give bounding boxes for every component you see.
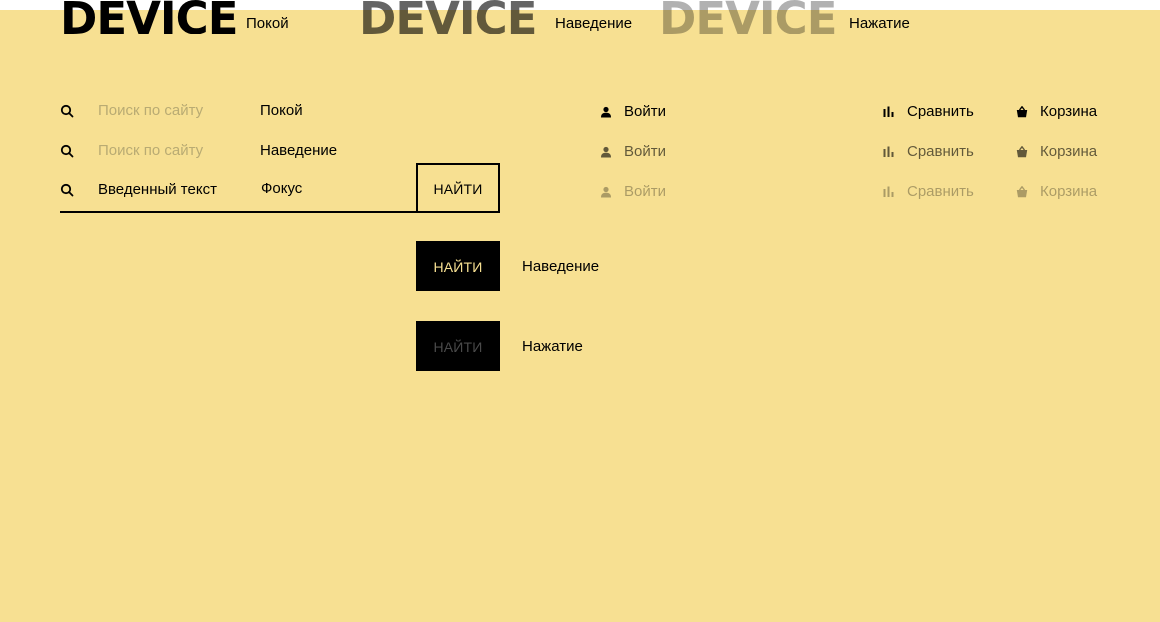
compare-link-hover[interactable]: Сравнить bbox=[883, 142, 993, 162]
compare-label: Сравнить bbox=[907, 103, 974, 120]
compare-label: Сравнить bbox=[907, 143, 974, 160]
find-button-active[interactable]: НАЙТИ bbox=[416, 321, 500, 371]
search-icon bbox=[60, 144, 74, 158]
search-focus-underline bbox=[60, 211, 418, 213]
search-state-label-focus: Фокус bbox=[261, 180, 303, 197]
search-state-label-hover: Наведение bbox=[260, 142, 338, 159]
cart-link-hover[interactable]: Корзина bbox=[1016, 142, 1116, 162]
cart-link-rest[interactable]: Корзина bbox=[1016, 102, 1116, 122]
compare-link-rest[interactable]: Сравнить bbox=[883, 102, 993, 122]
user-icon bbox=[601, 146, 611, 158]
button-state-label-hover: Наведение bbox=[522, 258, 600, 275]
cart-label: Корзина bbox=[1040, 183, 1098, 200]
login-link-rest[interactable]: Войти bbox=[600, 102, 690, 122]
logo-state-label-active: Нажатие bbox=[849, 15, 910, 32]
search-icon bbox=[60, 183, 74, 197]
user-icon bbox=[601, 106, 611, 118]
login-link-active[interactable]: Войти bbox=[600, 182, 690, 202]
logo-state-label-hover: Наведение bbox=[555, 15, 633, 32]
compare-link-active[interactable]: Сравнить bbox=[883, 182, 993, 202]
search-placeholder: Поиск по сайту bbox=[98, 142, 204, 159]
logo-rest[interactable]: DEVICE bbox=[60, 0, 237, 34]
search-typed-value[interactable]: Введенный текст bbox=[98, 181, 217, 198]
login-label: Войти bbox=[624, 143, 666, 160]
compare-label: Сравнить bbox=[907, 183, 974, 200]
logo-active[interactable]: DEVICE bbox=[659, 0, 836, 34]
compare-icon bbox=[883, 186, 894, 197]
search-icon bbox=[60, 104, 74, 118]
button-state-label-active: Нажатие bbox=[522, 338, 583, 355]
cart-link-active[interactable]: Корзина bbox=[1016, 182, 1116, 202]
cart-label: Корзина bbox=[1040, 103, 1098, 120]
login-label: Войти bbox=[624, 103, 666, 120]
logo-hover[interactable]: DEVICE bbox=[359, 0, 536, 34]
search-state-label-rest: Покой bbox=[260, 102, 303, 119]
login-label: Войти bbox=[624, 183, 666, 200]
find-button-hover[interactable]: НАЙТИ bbox=[416, 241, 500, 291]
basket-icon bbox=[1016, 146, 1028, 158]
compare-icon bbox=[883, 106, 894, 117]
compare-icon bbox=[883, 146, 894, 157]
basket-icon bbox=[1016, 106, 1028, 118]
search-placeholder: Поиск по сайту bbox=[98, 102, 204, 119]
user-icon bbox=[601, 186, 611, 198]
basket-icon bbox=[1016, 186, 1028, 198]
find-button-rest[interactable]: НАЙТИ bbox=[416, 163, 500, 213]
login-link-hover[interactable]: Войти bbox=[600, 142, 690, 162]
cart-label: Корзина bbox=[1040, 143, 1098, 160]
logo-state-label-rest: Покой bbox=[246, 15, 289, 32]
